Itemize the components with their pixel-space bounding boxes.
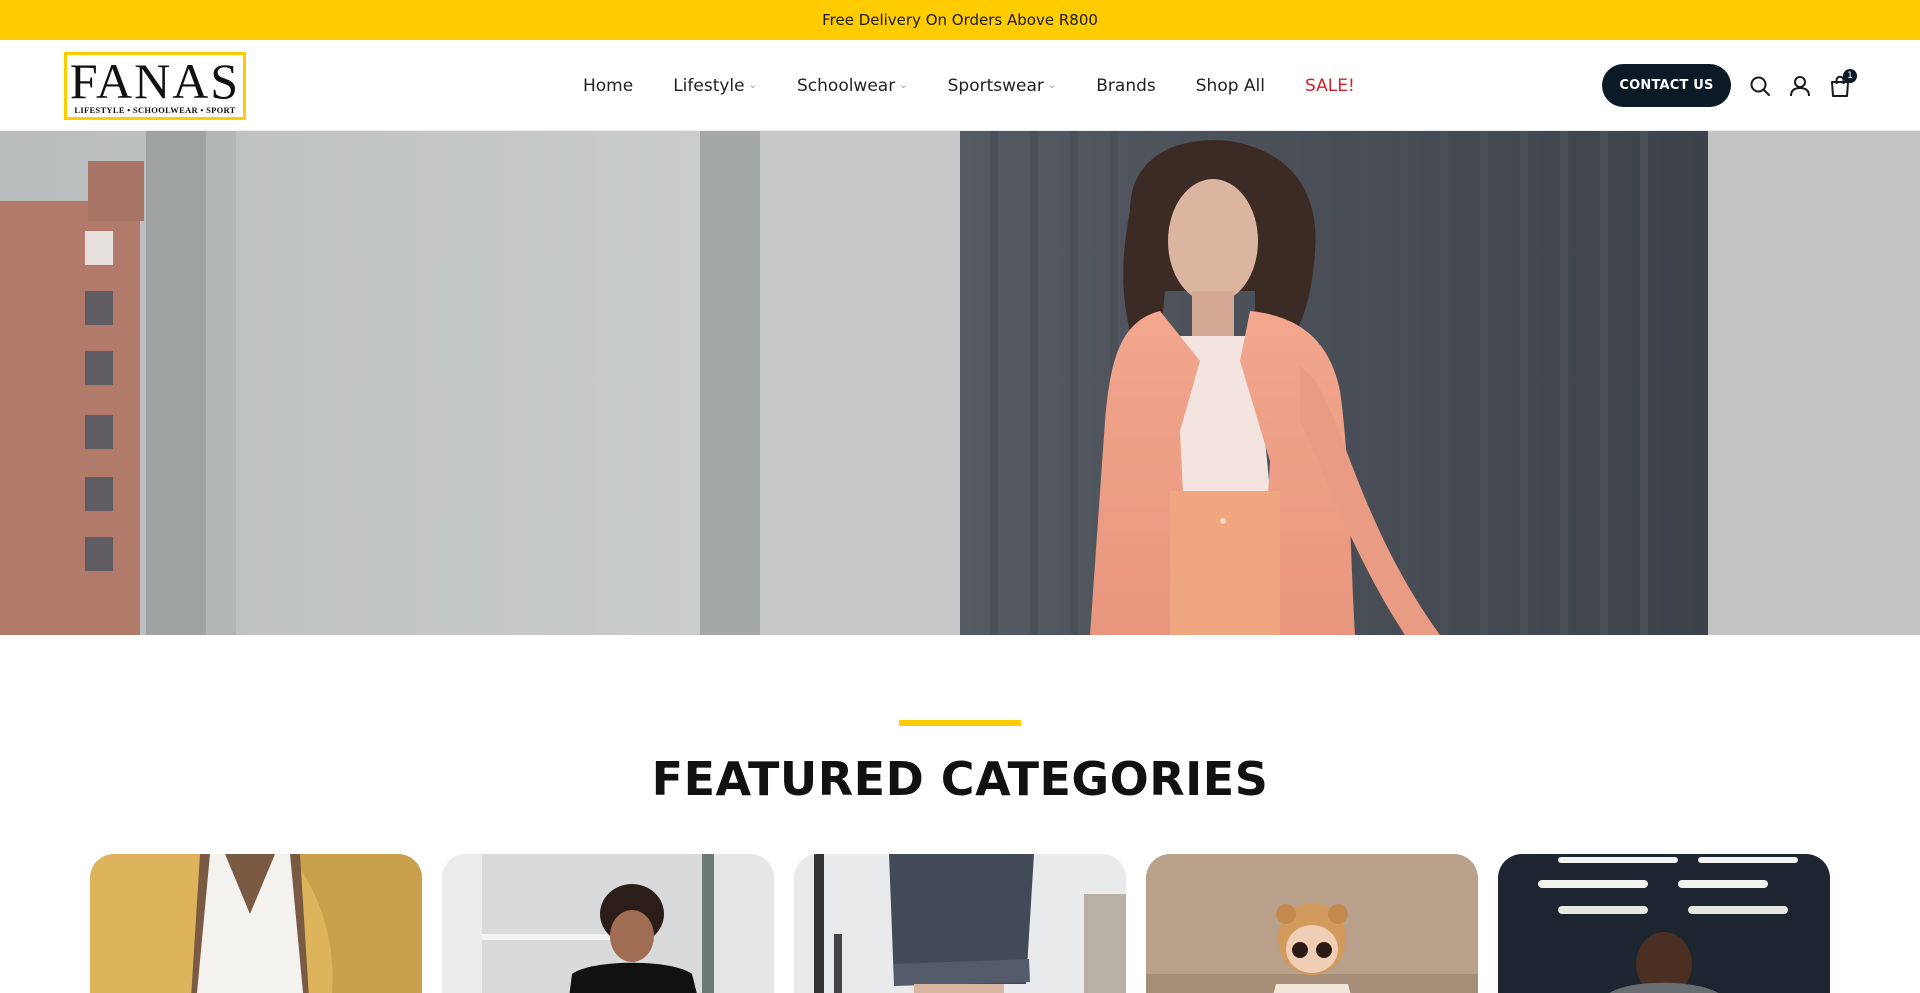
- nav-item-sportswear[interactable]: Sportswear ⌄: [948, 76, 1057, 96]
- contact-us-button[interactable]: CONTACT US: [1602, 64, 1731, 107]
- category-image: [1146, 854, 1478, 993]
- main-navigation: Home Lifestyle ⌄ Schoolwear ⌄ Sportswear…: [583, 40, 1355, 131]
- nav-label: Shop All: [1195, 75, 1266, 96]
- account-icon[interactable]: [1787, 73, 1813, 99]
- announcement-bar: Free Delivery On Orders Above R800: [0, 0, 1920, 40]
- chevron-down-icon: ⌄: [899, 80, 908, 91]
- hero-image: [0, 131, 1920, 635]
- brand-logo[interactable]: FANAS LIFESTYLE • SCHOOLWEAR • SPORT: [64, 52, 246, 120]
- nav-item-shop-all[interactable]: Shop All: [1196, 76, 1265, 96]
- site-header: FANAS LIFESTYLE • SCHOOLWEAR • SPORT Hom…: [0, 40, 1920, 131]
- chevron-down-icon: ⌄: [748, 80, 757, 91]
- nav-item-lifestyle[interactable]: Lifestyle ⌄: [673, 76, 757, 96]
- logo-wordmark: FANAS: [69, 53, 241, 109]
- nav-item-sale[interactable]: SALE!: [1305, 76, 1355, 96]
- cart-count-badge: 1: [1843, 69, 1857, 83]
- category-image: [1498, 854, 1830, 993]
- nav-item-schoolwear[interactable]: Schoolwear ⌄: [797, 76, 908, 96]
- nav-label: Home: [583, 75, 634, 96]
- section-accent-line: [899, 720, 1021, 726]
- featured-categories-title: FEATURED CATEGORIES: [651, 752, 1269, 806]
- nav-item-brands[interactable]: Brands: [1096, 76, 1156, 96]
- nav-label: Brands: [1096, 75, 1156, 96]
- category-cards: [90, 854, 1832, 993]
- announcement-text: Free Delivery On Orders Above R800: [822, 11, 1098, 29]
- category-card[interactable]: [794, 854, 1126, 993]
- nav-label: Schoolwear: [797, 75, 896, 96]
- category-card[interactable]: [442, 854, 774, 993]
- nav-label: Sportswear: [947, 75, 1044, 96]
- nav-item-home[interactable]: Home: [583, 76, 633, 96]
- category-card[interactable]: [1498, 854, 1830, 993]
- category-card[interactable]: [90, 854, 422, 993]
- category-card[interactable]: [1146, 854, 1478, 993]
- category-image: [90, 854, 422, 993]
- category-image: [442, 854, 774, 993]
- nav-label: SALE!: [1305, 75, 1355, 96]
- chevron-down-icon: ⌄: [1047, 80, 1057, 91]
- hero-banner[interactable]: [0, 131, 1920, 635]
- nav-label: Lifestyle: [673, 75, 745, 96]
- search-icon[interactable]: [1747, 73, 1773, 99]
- logo-tagline: LIFESTYLE • SCHOOLWEAR • SPORT: [74, 105, 236, 115]
- category-image: [794, 854, 1126, 993]
